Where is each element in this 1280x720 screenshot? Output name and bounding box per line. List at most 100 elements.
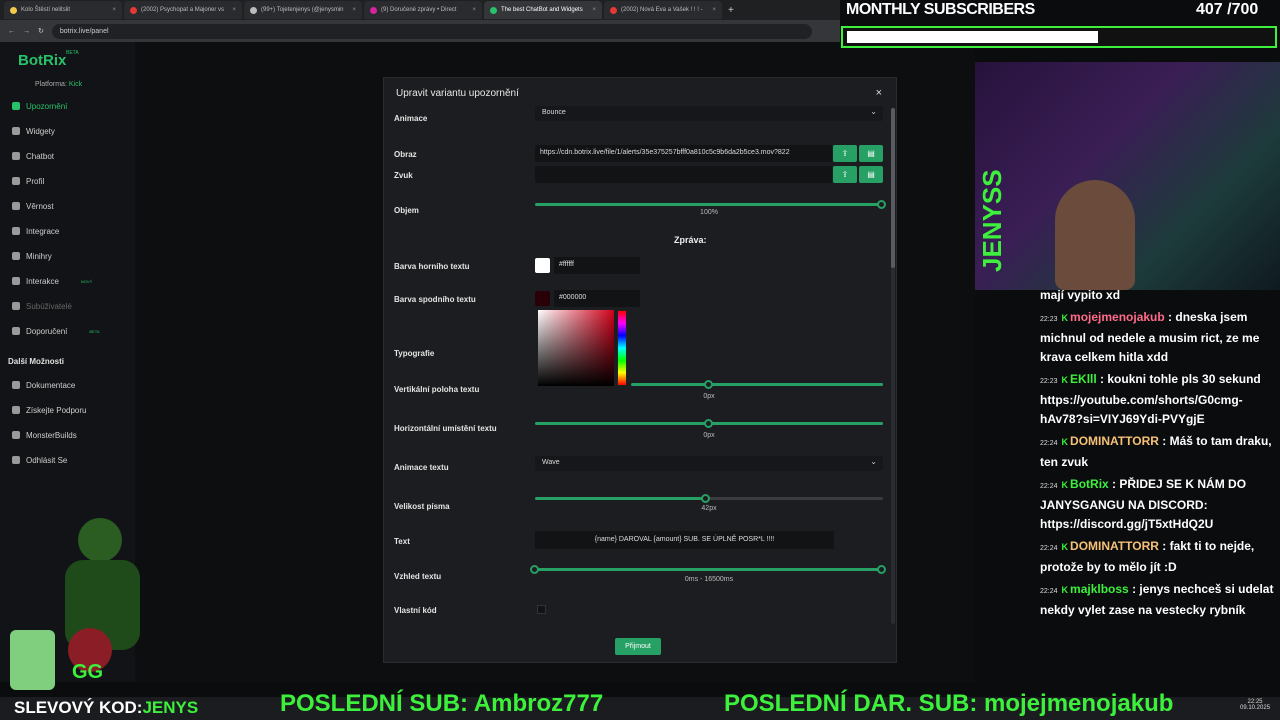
- browser-tab[interactable]: (99+) Tojetenjenys (@jenysmin ×: [244, 1, 362, 19]
- chat-message: 22:23 K EKlll : koukni tohle pls 30 sekund…: [1040, 370, 1280, 429]
- sidebar-item-subusers[interactable]: Subúživatelé: [0, 296, 135, 316]
- tab-close-icon[interactable]: ×: [472, 7, 476, 13]
- back-icon[interactable]: ←: [8, 28, 15, 35]
- upload-image-button[interactable]: ⇪: [833, 145, 857, 162]
- url-field[interactable]: botrix.live/panel: [51, 23, 812, 39]
- scrollbar-thumb[interactable]: [891, 108, 895, 268]
- kick-badge-icon: K: [1061, 313, 1069, 323]
- sidebar-item-widgets[interactable]: Widgety: [0, 121, 135, 141]
- vertical-slider-handle[interactable]: [704, 380, 713, 389]
- new-tab-icon[interactable]: +: [728, 5, 734, 16]
- sidebar-item-label: Chatbot: [26, 151, 55, 161]
- browser-tab[interactable]: (2002) Nová Eva a Vašek ! ! ! - ×: [604, 1, 722, 19]
- sidebar-item-minigames[interactable]: Minihry: [0, 246, 135, 266]
- browse-image-button[interactable]: ▤: [859, 145, 883, 162]
- chat-message: 22:24 Kmajklboss : jenys nechceš si udela…: [1040, 580, 1280, 620]
- sidebar-item-integrations[interactable]: Integrace: [0, 221, 135, 241]
- bottom-color-swatch[interactable]: [535, 291, 550, 306]
- subs-goal-value: /700: [1227, 1, 1259, 18]
- botrix-logo[interactable]: BotRix: [18, 52, 66, 69]
- alert-text-field[interactable]: {name} DAROVAL {amount} SUB. SE ÚPLNĚ PO…: [535, 531, 834, 549]
- kick-badge-icon: K: [1061, 542, 1069, 552]
- custom-code-checkbox[interactable]: [537, 605, 546, 614]
- chat-overlay: mají vypito xd 22:23 Kmojejmenojakub : dn…: [1040, 286, 1280, 666]
- kick-badge-icon: K: [1061, 437, 1069, 447]
- address-bar: ← → ↻ botrix.live/panel: [0, 20, 840, 42]
- tab-close-icon[interactable]: ×: [592, 7, 596, 13]
- text-animation-value: Wave: [542, 459, 560, 466]
- browser-tab-active[interactable]: The best ChatBot and Widgets ×: [484, 1, 602, 19]
- volume-slider-track[interactable]: [535, 203, 883, 206]
- sidebar-item-chatbot[interactable]: Chatbot: [0, 146, 135, 166]
- sidebar-item-logout[interactable]: Odhlásit Se: [0, 450, 135, 470]
- browser-tab[interactable]: (9) Doručené zprávy • Direct ×: [364, 1, 482, 19]
- tab-close-icon[interactable]: ×: [352, 7, 356, 13]
- tab-close-icon[interactable]: ×: [232, 7, 236, 13]
- accept-button[interactable]: Přijmout: [615, 638, 661, 655]
- upload-sound-button[interactable]: ⇪: [833, 166, 857, 183]
- browser-tab[interactable]: (2002) Psychopat a Majoner vs ×: [124, 1, 242, 19]
- image-url-field[interactable]: https://cdn.botrix.live/file/1/alerts/35…: [535, 145, 832, 162]
- font-size-slider-handle[interactable]: [701, 494, 710, 503]
- close-icon[interactable]: ×: [876, 87, 882, 99]
- sidebar-item-support[interactable]: Získejte Podporu: [0, 400, 135, 420]
- sidebar-item-label: Interakce: [26, 276, 59, 286]
- horizontal-slider-handle[interactable]: [704, 419, 713, 428]
- top-color-swatch[interactable]: [535, 258, 550, 273]
- browser-tab[interactable]: Kolo Štěstí nelitslit ×: [4, 1, 122, 19]
- color-picker-saturation[interactable]: [538, 310, 614, 386]
- chat-timestamp: 22:24: [1040, 545, 1058, 552]
- color-picker-hue[interactable]: [617, 310, 627, 386]
- appearance-slider-start-handle[interactable]: [530, 565, 539, 574]
- sidebar-item-monsterbuilds[interactable]: MonsterBuilds: [0, 425, 135, 445]
- chat-timestamp: 22:24: [1040, 483, 1058, 490]
- new-badge: NOVÝ: [80, 278, 93, 284]
- tab-label: (9) Doručené zprávy • Direct: [381, 7, 457, 13]
- browse-sound-button[interactable]: ▤: [859, 166, 883, 183]
- bottom-color-hex-field[interactable]: #000000: [554, 290, 640, 307]
- typography-label: Typografie: [394, 349, 435, 358]
- kick-badge-icon: K: [1061, 585, 1069, 595]
- chat-message: 22:24 K DOMINATTORR : fakt ti to nejde, pr…: [1040, 537, 1280, 577]
- tab-close-icon[interactable]: ×: [712, 7, 716, 13]
- sidebar-item-label: Získejte Podporu: [26, 405, 87, 415]
- beta-badge: BETA: [66, 50, 79, 56]
- sidebar-item-alerts[interactable]: Upozornění: [0, 96, 135, 116]
- chat-message-partial: mají vypito xd: [1040, 288, 1121, 302]
- sidebar-item-docs[interactable]: Dokumentace: [0, 375, 135, 395]
- reload-icon[interactable]: ↻: [38, 27, 44, 35]
- appearance-label: Vzhled textu: [394, 572, 442, 581]
- modal-scrollbar[interactable]: [891, 108, 895, 624]
- discount-code-banner: SLEVOVÝ KOD:JENYS: [14, 698, 198, 718]
- text-animation-select[interactable]: Wave ⌄: [535, 456, 883, 471]
- tab-favicon-icon: [610, 6, 617, 14]
- chat-message: 22:24 K BotRix : PŘIDEJ SE K NÁM DO JANYSG…: [1040, 475, 1280, 534]
- sidebar-item-loyalty[interactable]: Věrnost: [0, 196, 135, 216]
- tab-favicon-icon: [250, 6, 257, 14]
- message-heading: Zpráva:: [674, 235, 707, 245]
- tab-close-icon[interactable]: ×: [112, 7, 116, 13]
- gallery-icon: ▤: [867, 170, 875, 179]
- animation-select[interactable]: Bounce ⌄: [535, 106, 883, 121]
- vertical-slider-track[interactable]: [631, 383, 883, 386]
- top-color-hex-field[interactable]: #ffffff: [554, 257, 640, 274]
- horizontal-label: Horizontální umístění textu: [394, 424, 497, 433]
- appearance-slider-end-handle[interactable]: [877, 565, 886, 574]
- tab-label: (2002) Psychopat a Majoner vs: [141, 7, 225, 13]
- forward-icon[interactable]: →: [23, 28, 30, 35]
- bell-icon: [12, 102, 20, 110]
- upload-icon: ⇪: [841, 170, 849, 179]
- sidebar-item-referrals[interactable]: Doporučení BETA: [0, 321, 135, 341]
- appearance-slider-track[interactable]: [535, 568, 883, 571]
- booster-mascot-image: GG: [10, 500, 170, 690]
- volume-slider-handle[interactable]: [877, 200, 886, 209]
- last-gift-sub-banner: POSLEDNÍ DAR. SUB: mojejmenojakub: [724, 690, 1174, 717]
- chat-message-list: 22:23 Kmojejmenojakub : dneska jsem michn…: [1040, 308, 1280, 620]
- document-icon: [12, 381, 20, 389]
- sound-url-field[interactable]: [535, 166, 832, 183]
- sidebar-item-profile[interactable]: Profil: [0, 171, 135, 191]
- taskbar-clock[interactable]: 22:25 09.10.2025: [1240, 699, 1270, 711]
- sidebar-item-interactions[interactable]: Interakce NOVÝ: [0, 271, 135, 291]
- logout-icon: [12, 456, 20, 464]
- modal-title: Upravit variantu upozornění: [396, 88, 519, 99]
